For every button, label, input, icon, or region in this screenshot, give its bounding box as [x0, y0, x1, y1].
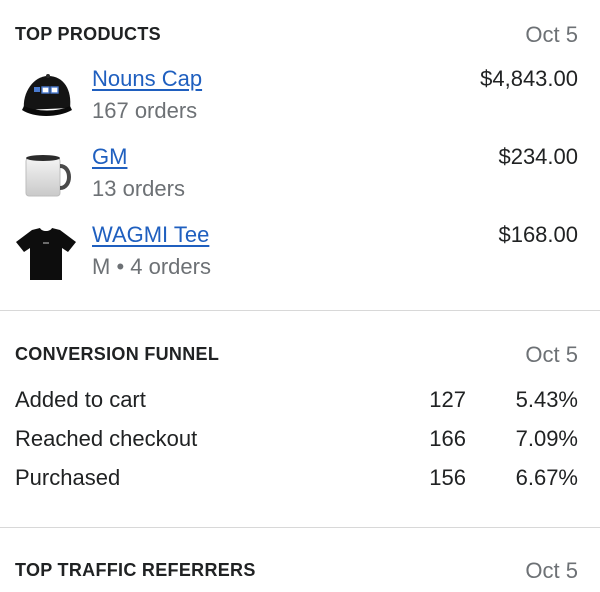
- top-products-title: TOP PRODUCTS: [15, 24, 161, 44]
- tshirt-icon: [16, 228, 76, 280]
- funnel-label: Added to cart: [15, 387, 146, 412]
- funnel-label: Purchased: [15, 465, 121, 490]
- top-traffic-referrers-card: TOP TRAFFIC REFERRERS Oct 5: [0, 528, 600, 592]
- mug-icon: [25, 155, 71, 197]
- product-revenue: $234.00: [498, 144, 578, 169]
- product-revenue: $4,843.00: [480, 66, 578, 91]
- funnel-percent: 5.43%: [515, 387, 578, 412]
- funnel-label: Reached checkout: [15, 426, 198, 451]
- top-products-date: Oct 5: [525, 22, 578, 47]
- product-row: Nouns Cap 167 orders $4,843.00: [0, 66, 600, 136]
- top-traffic-referrers-date: Oct 5: [525, 558, 578, 583]
- product-orders: 167 orders: [92, 98, 198, 123]
- conversion-funnel-title: CONVERSION FUNNEL: [15, 344, 220, 364]
- product-row: WAGMI Tee M • 4 orders $168.00: [0, 222, 600, 292]
- product-orders: 13 orders: [92, 176, 185, 201]
- funnel-count: 127: [429, 387, 466, 412]
- funnel-row: Purchased 156 6.67%: [0, 465, 600, 495]
- product-link-wagmi-tee[interactable]: WAGMI Tee: [92, 222, 209, 248]
- funnel-row: Reached checkout 166 7.09%: [0, 426, 600, 456]
- conversion-funnel-date: Oct 5: [525, 342, 578, 367]
- funnel-count: 166: [429, 426, 466, 451]
- funnel-percent: 7.09%: [515, 426, 578, 451]
- funnel-row: Added to cart 127 5.43%: [0, 387, 600, 417]
- funnel-percent: 6.67%: [515, 465, 578, 490]
- conversion-funnel-card: CONVERSION FUNNEL Oct 5 Added to cart 12…: [0, 311, 600, 527]
- product-row: GM 13 orders $234.00: [0, 144, 600, 214]
- product-orders: M • 4 orders: [92, 254, 211, 279]
- product-link-nouns-cap[interactable]: Nouns Cap: [92, 66, 202, 92]
- product-revenue: $168.00: [498, 222, 578, 247]
- top-traffic-referrers-title: TOP TRAFFIC REFERRERS: [15, 560, 256, 580]
- top-products-card: TOP PRODUCTS Oct 5 Nouns Cap 167 orders …: [0, 0, 600, 310]
- product-link-gm[interactable]: GM: [92, 144, 127, 170]
- cap-icon: [22, 74, 72, 116]
- funnel-count: 156: [429, 465, 466, 490]
